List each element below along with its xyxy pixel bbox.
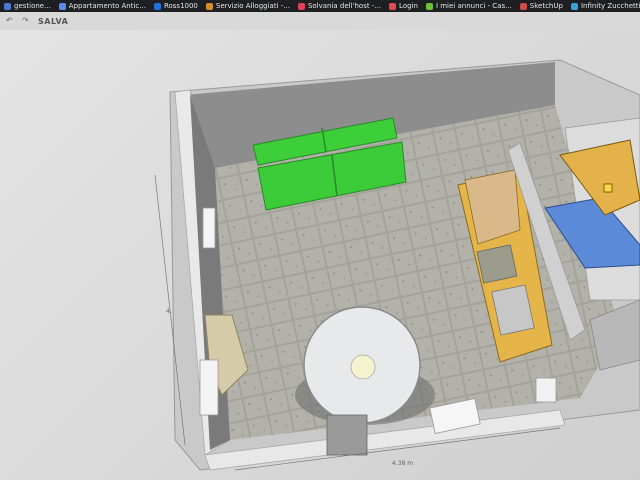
bookmark-label: SketchUp bbox=[529, 2, 563, 10]
bookmark-icon bbox=[570, 2, 578, 10]
bookmark-icon bbox=[58, 2, 66, 10]
bookmark-icon bbox=[297, 2, 305, 10]
bookmark-1[interactable]: Appartamento Antic... bbox=[58, 2, 146, 10]
bookmark-7[interactable]: SketchUp bbox=[519, 2, 563, 10]
editor-toolbar: ↶ ↷ SALVA bbox=[0, 12, 106, 30]
bookmark-8[interactable]: Infinity Zucchetti bbox=[570, 2, 640, 10]
bookmark-label: Login bbox=[399, 2, 418, 10]
bookmark-5[interactable]: Login bbox=[389, 2, 418, 10]
bookmark-icon bbox=[4, 2, 11, 10]
bookmark-6[interactable]: I miei annunci - Cas... bbox=[425, 2, 512, 10]
bookmark-icon bbox=[425, 2, 433, 10]
bookmark-0[interactable]: gestione... bbox=[4, 2, 51, 10]
bookmark-label: I miei annunci - Cas... bbox=[435, 2, 512, 10]
bookmark-icon bbox=[519, 2, 527, 10]
undo-icon[interactable]: ↶ bbox=[6, 17, 14, 25]
bookmark-icon bbox=[389, 2, 397, 10]
bookmark-label: Solvania dell'host -... bbox=[307, 2, 382, 10]
redo-icon[interactable]: ↷ bbox=[22, 17, 30, 25]
bookmark-icon bbox=[153, 2, 161, 10]
bookmark-label: Appartamento Antic... bbox=[68, 2, 146, 10]
floor-plan-3d bbox=[154, 59, 640, 471]
bookmark-label: Ross1000 bbox=[163, 2, 198, 10]
save-button[interactable]: SALVA bbox=[38, 17, 68, 26]
table-center bbox=[350, 354, 376, 380]
wall-radiator bbox=[202, 207, 216, 249]
bookmark-4[interactable]: Solvania dell'host -... bbox=[297, 2, 382, 10]
side-cabinet bbox=[199, 359, 219, 416]
kitchen-sink bbox=[476, 244, 518, 284]
bookmark-label: gestione... bbox=[14, 2, 51, 10]
bookmark-label: Infinity Zucchetti bbox=[580, 2, 640, 10]
bookmarks-bar: gestione... Appartamento Antic... Ross10… bbox=[0, 0, 640, 12]
dimension-left-label: 4. bbox=[166, 308, 172, 315]
bookmark-2[interactable]: Ross1000 bbox=[153, 2, 198, 10]
step-block bbox=[535, 377, 557, 403]
wardrobe-knob bbox=[603, 183, 613, 193]
bookmark-icon bbox=[205, 2, 213, 10]
bookmark-3[interactable]: Servizio Alloggiati -... bbox=[205, 2, 290, 10]
bookmark-label: Servizio Alloggiati -... bbox=[215, 2, 290, 10]
stool bbox=[326, 414, 368, 456]
dimension-bottom-label: 4.38 m bbox=[392, 460, 414, 467]
canvas-3d[interactable]: 4.38 m 4. bbox=[0, 30, 640, 480]
